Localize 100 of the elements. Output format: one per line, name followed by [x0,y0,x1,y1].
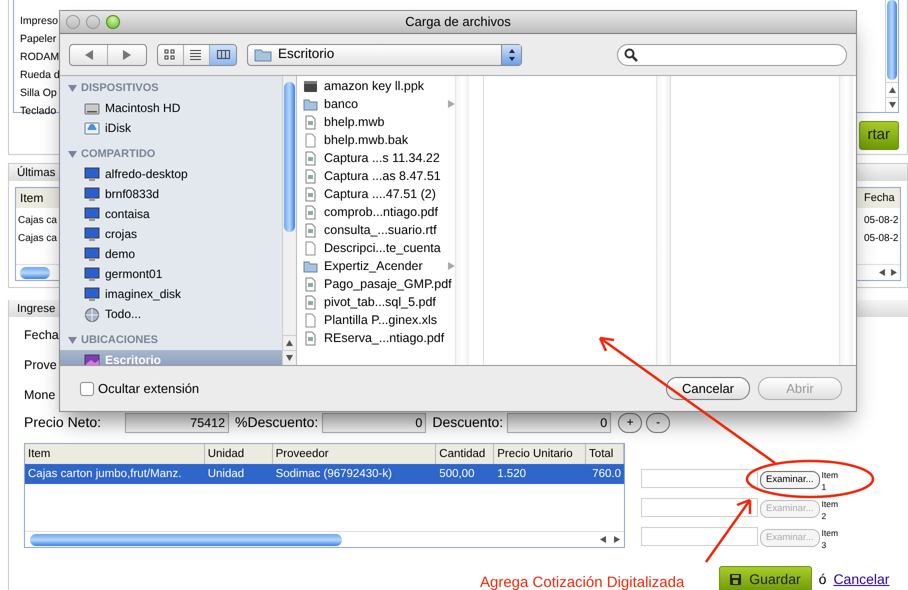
minimize-button[interactable] [86,15,100,29]
file-item[interactable]: Pago_pasaje_GMP.pdf [297,275,455,293]
scroll-up-icon[interactable] [286,340,293,346]
file-item[interactable]: Captura ...s 11.34.22 [297,149,455,167]
vertical-scrollbar[interactable] [282,76,297,365]
file-item[interactable]: amazon key ll.ppk [297,77,455,95]
scroll-right-icon[interactable] [891,269,897,276]
horizontal-scrollbar[interactable] [25,531,624,547]
close-button[interactable] [66,15,80,29]
scroll-left-icon[interactable] [879,269,885,276]
file-item[interactable]: pivot_tab...sql_5.pdf [297,293,455,311]
annotation-text: Agrega Cotización Digitalizada [480,573,684,590]
table-row[interactable]: Cajas carton jumbo,frut/Manz. Unidad Sodimac (96792430-k) 500,00 1.520 760.0 [25,464,624,484]
folder-icon [303,258,318,274]
window-title: Carga de archivos [405,13,511,32]
sidebar-item[interactable]: germont01 [60,264,282,284]
scroll-down-icon[interactable] [888,102,896,108]
expand-arrow-icon [448,100,455,108]
cloud-drive-icon [84,120,100,136]
add-button[interactable]: + [618,412,642,432]
file-path-field[interactable] [641,498,758,517]
panel-title: Últimas [17,167,56,179]
stepper-arrows-icon [508,48,516,62]
browse-button[interactable]: Examinar... [760,471,820,490]
search-field[interactable] [617,44,847,66]
file-item[interactable]: Plantilla P...ginex.xls [297,311,455,329]
number-field[interactable]: 0 [322,412,426,432]
hide-extension-checkbox[interactable]: Ocultar extensión [80,378,200,398]
sidebar-item[interactable]: brnf0833d [60,184,282,204]
file-item[interactable]: Descripci...te_cuenta [297,239,455,257]
monitor-icon [84,286,100,302]
sidebar-item[interactable]: alfredo-desktop [60,164,282,184]
list-item[interactable]: RODAM [20,48,60,66]
save-button[interactable]: Guardar [719,566,812,590]
expand-arrow-icon [448,262,455,270]
action-button[interactable]: rtar [858,121,899,150]
view-mode-button[interactable] [210,44,236,64]
desktop-icon [84,352,100,365]
document-icon [303,186,318,202]
location-dropdown[interactable]: Escritorio [247,44,522,66]
sidebar-item[interactable]: crojas [60,224,282,244]
file-path-field[interactable] [641,527,758,546]
sidebar-item[interactable]: Todo... [60,304,282,324]
panel-title: Ingrese [17,303,56,315]
file-item[interactable]: Captura ....47.51 (2) [297,185,455,203]
list-item[interactable]: Papeler [20,30,56,48]
file-item[interactable]: bhelp.mwb [297,113,455,131]
list-item[interactable]: Impreso [20,12,58,30]
disclosure-triangle-icon[interactable] [68,150,77,159]
field-label: Mone [24,387,56,404]
column-header: Item [20,190,44,207]
scroll-right-icon[interactable] [614,536,620,543]
scroll-left-icon[interactable] [600,536,606,543]
scrollbar-thumb[interactable] [20,266,50,278]
list-item[interactable]: Silla Op [20,84,57,102]
sidebar-heading: UBICACIONES [81,333,158,348]
file-item[interactable]: Expertiz_Acender [297,257,455,275]
remove-button[interactable]: - [646,412,670,432]
zoom-button[interactable] [106,15,120,29]
annotation-arrow [704,498,752,563]
number-field[interactable]: 0 [507,412,612,432]
file-item[interactable]: comprob...ntiago.pdf [297,203,455,221]
file-item[interactable]: REserva_...ntiago.pdf [297,329,455,347]
cancel-link[interactable]: Cancelar [833,568,890,590]
list-item[interactable]: Rueda d [20,66,60,84]
application-file-icon [303,78,318,94]
table-cell-text: Unidad [206,467,246,482]
sidebar-item[interactable]: imaginex_disk [60,284,282,304]
file-item[interactable]: Captura ...as 8.47.51 [297,167,455,185]
sidebar-item[interactable]: contaisa [60,204,282,224]
sidebar-item[interactable]: iDisk [60,118,282,138]
column-header: Fecha [864,190,896,206]
list-item[interactable]: Teclado [20,102,56,120]
upload-label: Item 2 [822,498,840,522]
monitor-icon [84,246,100,262]
file-item[interactable]: consulta_...suario.rtf [297,221,455,239]
sidebar-heading: DISPOSITIVOS [81,81,159,96]
sidebar-item[interactable]: Macintosh HD [60,98,282,118]
monitor-icon [84,206,100,222]
file-path-field[interactable] [641,469,758,488]
monitor-icon [84,266,100,282]
disclosure-triangle-icon[interactable] [68,84,77,93]
vertical-scrollbar[interactable] [885,0,898,112]
document-icon [303,294,318,310]
number-field[interactable]: 75412 [125,412,230,432]
sidebar-item[interactable]: demo [60,244,282,264]
blank-document-icon [303,132,318,148]
cancel-button[interactable]: Cancelar [666,376,750,400]
forward-arrow-icon [122,50,132,60]
back-arrow-icon [84,50,94,60]
scroll-down-icon[interactable] [286,355,293,361]
scroll-up-icon[interactable] [888,87,896,93]
file-item[interactable]: banco [297,95,455,113]
file-item[interactable]: bhelp.mwb.bak [297,131,455,149]
table-cell-text: Cajas ca [18,232,57,246]
disclosure-triangle-icon[interactable] [68,336,77,345]
document-icon [303,114,318,130]
icon-view-icon [164,48,177,60]
field-label: %Descuento: [235,413,318,432]
table-cell-text: Sodimac (96792430-k) [274,467,393,482]
